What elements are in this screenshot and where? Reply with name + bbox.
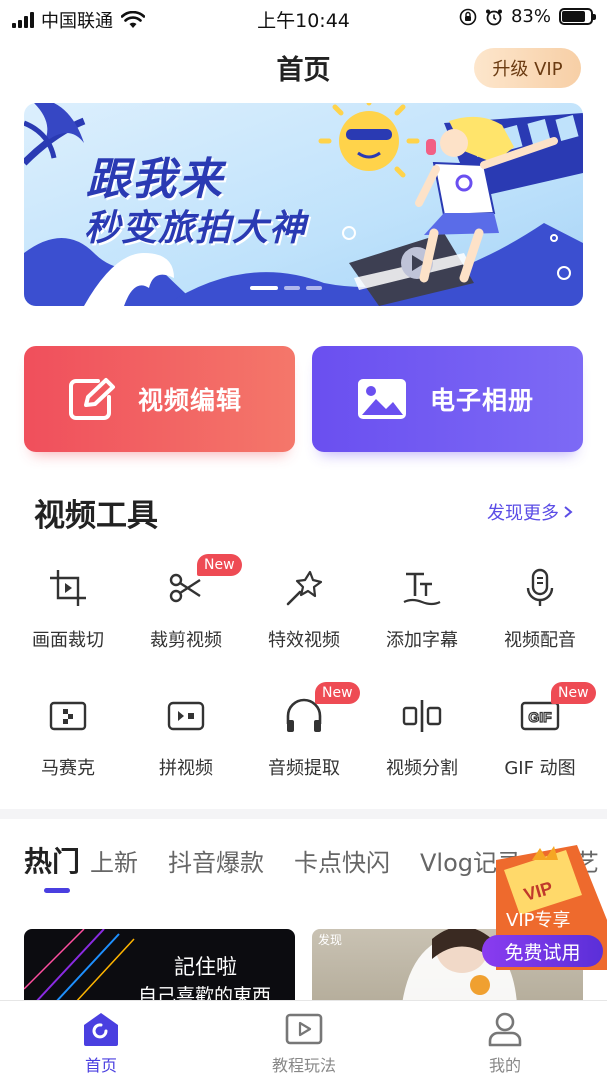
banner-dot bbox=[250, 286, 278, 290]
image-icon bbox=[358, 379, 406, 419]
tool-label: GIF 动图 bbox=[504, 758, 576, 779]
tab-hot[interactable]: 热门 bbox=[24, 840, 80, 880]
alarm-icon bbox=[485, 9, 502, 25]
battery-icon bbox=[559, 8, 596, 25]
tabbar-mine-label: 我的 bbox=[488, 1056, 521, 1075]
video-tutorial-icon bbox=[285, 1013, 323, 1045]
subtitle-icon bbox=[403, 572, 441, 606]
tool-label: 视频配音 bbox=[504, 630, 576, 651]
photo-album-button[interactable]: 电子相册 bbox=[312, 346, 583, 452]
banner-dot bbox=[284, 286, 300, 290]
tool-mosaic[interactable]: 马赛克 bbox=[9, 696, 127, 780]
tool-label: 视频分割 bbox=[386, 758, 458, 779]
tool-effects-video[interactable]: 特效视频 bbox=[245, 568, 363, 652]
status-bar: 中国联通 上午10:44 83% bbox=[0, 0, 607, 34]
tab-beat-flash[interactable]: 卡点快闪 bbox=[294, 843, 390, 878]
video-join-icon bbox=[167, 701, 205, 731]
tool-label: 拼视频 bbox=[159, 758, 213, 779]
tool-label: 添加字幕 bbox=[386, 630, 458, 651]
tool-label: 特效视频 bbox=[268, 630, 340, 651]
tool-label: 音频提取 bbox=[268, 758, 340, 779]
tab-new[interactable]: 上新 bbox=[90, 843, 138, 878]
tool-label: 马赛克 bbox=[41, 758, 95, 779]
template-caption: 記住啦 bbox=[174, 955, 237, 979]
discover-more-label: 发现更多 bbox=[487, 503, 559, 524]
tool-add-subtitles[interactable]: 添加字幕 bbox=[363, 568, 481, 652]
discover-more-link[interactable]: 发现更多 bbox=[487, 499, 573, 525]
banner-dot bbox=[306, 286, 322, 290]
orientation-lock-icon bbox=[459, 8, 477, 25]
battery-percent: 83% bbox=[510, 6, 551, 27]
tabbar-mine[interactable]: 我的 bbox=[435, 1011, 575, 1076]
tool-gif[interactable]: GIF GIF 动图 New bbox=[481, 682, 599, 780]
microphone-icon bbox=[526, 568, 554, 606]
crop-icon bbox=[50, 570, 86, 606]
palm-tree-graphic bbox=[24, 103, 86, 166]
new-badge: New bbox=[315, 682, 360, 704]
section-divider bbox=[0, 809, 607, 819]
upgrade-vip-button[interactable]: 升级 VIP bbox=[474, 48, 581, 88]
tool-trim-video[interactable]: 裁剪视频 New bbox=[127, 554, 245, 652]
tool-label: 裁剪视频 bbox=[150, 630, 222, 651]
tool-split-video[interactable]: 视频分割 bbox=[363, 696, 481, 780]
bottom-tab-bar: 首页 教程玩法 我的 bbox=[0, 1000, 607, 1080]
tabbar-home-label: 首页 bbox=[84, 1056, 117, 1075]
video-edit-label: 视频编辑 bbox=[138, 386, 243, 415]
tool-dubbing[interactable]: 视频配音 bbox=[481, 568, 599, 652]
tool-label: 画面裁切 bbox=[32, 630, 104, 651]
free-trial-button[interactable]: 免费试用 bbox=[482, 935, 603, 967]
battery-level bbox=[562, 11, 586, 22]
tab-douyin-hits[interactable]: 抖音爆款 bbox=[168, 843, 264, 878]
home-icon bbox=[84, 1013, 118, 1046]
banner-pagination bbox=[250, 286, 322, 290]
new-badge: New bbox=[551, 682, 596, 704]
tabbar-tutorial-label: 教程玩法 bbox=[271, 1056, 336, 1075]
svg-text:GIF: GIF bbox=[528, 709, 552, 725]
tools-section-title: 视频工具 bbox=[34, 498, 158, 534]
template-card[interactable]: 記住啦 自己喜歡的東西 bbox=[24, 929, 295, 1004]
mosaic-icon bbox=[49, 701, 87, 731]
tool-join-video[interactable]: 拼视频 bbox=[127, 696, 245, 780]
new-badge: New bbox=[197, 554, 242, 576]
tab-indicator bbox=[44, 888, 70, 893]
chevron-right-icon bbox=[564, 506, 573, 518]
magic-wand-icon bbox=[286, 570, 323, 606]
video-edit-button[interactable]: 视频编辑 bbox=[24, 346, 295, 452]
promo-banner[interactable]: 跟我来 秒变旅拍大神 bbox=[24, 103, 583, 306]
tool-crop-frame[interactable]: 画面裁切 bbox=[9, 568, 127, 652]
edit-icon bbox=[69, 378, 115, 420]
user-icon bbox=[488, 1012, 522, 1047]
tabbar-home[interactable]: 首页 bbox=[31, 1011, 171, 1076]
sun-graphic bbox=[318, 103, 420, 178]
tool-extract-audio[interactable]: 音频提取 New bbox=[245, 682, 363, 780]
status-right: 83% bbox=[459, 6, 596, 27]
banner-subheadline: 秒变旅拍大神 bbox=[84, 208, 307, 249]
vip-exclusive-label: VIP专享 bbox=[506, 910, 571, 931]
tabbar-tutorial[interactable]: 教程玩法 bbox=[234, 1011, 374, 1076]
template-tag: 发现 bbox=[318, 933, 343, 947]
photo-album-label: 电子相册 bbox=[430, 386, 535, 415]
split-icon bbox=[402, 700, 442, 732]
banner-headline: 跟我来 bbox=[86, 154, 224, 205]
